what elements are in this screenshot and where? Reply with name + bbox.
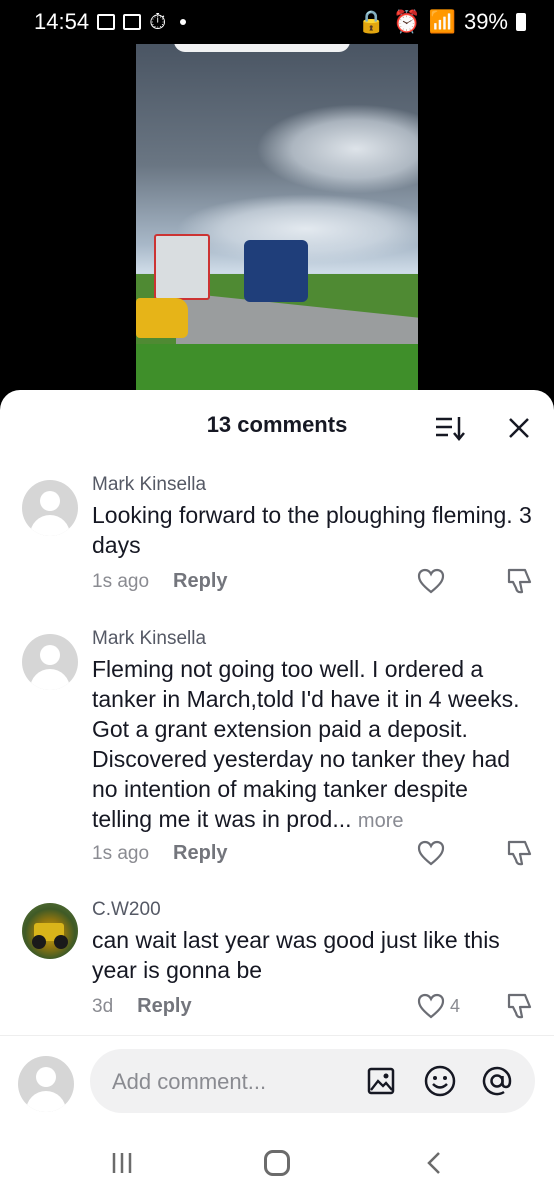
notification-dot-icon bbox=[180, 19, 187, 25]
video-title-pill bbox=[174, 44, 350, 52]
home-icon[interactable] bbox=[264, 1150, 290, 1176]
comment-input-bar: Add comment... bbox=[0, 1035, 554, 1135]
timer-icon: ⏱ bbox=[149, 9, 167, 34]
reply-button[interactable]: Reply bbox=[173, 842, 227, 865]
comment-item: Mark Kinsella Looking forward to the plo… bbox=[0, 470, 554, 610]
comment-meta: 1s ago Reply bbox=[92, 842, 228, 865]
battery-icon bbox=[516, 13, 526, 31]
status-bar: 14:54 ⏱ 🔒 ⏰ 📶 39% bbox=[0, 0, 554, 44]
comment-meta: 3d Reply bbox=[92, 995, 192, 1018]
heart-icon bbox=[417, 568, 445, 594]
comment-text: can wait last year was good just like th… bbox=[92, 927, 500, 983]
battery-percent: 39% bbox=[463, 9, 508, 34]
heart-icon bbox=[417, 993, 445, 1019]
avatar[interactable] bbox=[22, 903, 78, 959]
comment-text-body: Fleming not going too well. I ordered a … bbox=[92, 656, 520, 832]
comment-username[interactable]: Mark Kinsella bbox=[92, 628, 206, 650]
dislike-icon[interactable] bbox=[505, 838, 533, 868]
comment-item: C.W200 can wait last year was good just … bbox=[0, 895, 554, 1030]
comment-username[interactable]: C.W200 bbox=[92, 899, 161, 921]
comment-input[interactable]: Add comment... bbox=[90, 1049, 535, 1113]
close-icon[interactable] bbox=[505, 414, 533, 442]
sort-icon[interactable] bbox=[434, 414, 466, 442]
wifi-icon: 📶 bbox=[428, 9, 456, 34]
like-button[interactable] bbox=[416, 838, 450, 868]
calendar-icon bbox=[97, 14, 116, 30]
comment-text: Fleming not going too well. I ordered a … bbox=[92, 654, 532, 836]
lock-icon: 🔒 bbox=[357, 9, 386, 34]
reply-button[interactable]: Reply bbox=[173, 570, 227, 593]
heart-icon bbox=[417, 840, 445, 866]
comment-time: 1s ago bbox=[92, 570, 150, 592]
grass bbox=[136, 344, 418, 390]
comment-time: 1s ago bbox=[92, 842, 150, 864]
my-avatar bbox=[18, 1056, 74, 1112]
sheet-header: 13 comments bbox=[0, 390, 554, 460]
at-icon[interactable] bbox=[480, 1064, 514, 1098]
comment-placeholder: Add comment... bbox=[112, 1069, 267, 1094]
image-icon[interactable] bbox=[366, 1066, 396, 1096]
comment-item: Mark Kinsella Fleming not going too well… bbox=[0, 624, 554, 874]
comment-time: 3d bbox=[92, 995, 114, 1017]
comments-count-title: 13 comments bbox=[206, 412, 348, 437]
reply-button[interactable]: Reply bbox=[137, 995, 191, 1018]
emoji-icon[interactable] bbox=[423, 1064, 457, 1098]
status-time: 14:54 bbox=[34, 9, 90, 34]
back-icon[interactable] bbox=[424, 1151, 444, 1175]
avatar[interactable] bbox=[22, 634, 78, 690]
dislike-icon[interactable] bbox=[505, 991, 533, 1021]
comment-text: Looking forward to the ploughing fleming… bbox=[92, 502, 532, 558]
comments-sheet: 13 comments Mark Kinsella Looking forwar… bbox=[0, 390, 554, 1200]
like-button[interactable] bbox=[416, 566, 450, 596]
recents-icon[interactable] bbox=[110, 1151, 134, 1175]
dislike-icon[interactable] bbox=[505, 566, 533, 596]
system-nav-bar bbox=[0, 1145, 554, 1200]
like-count: 4 bbox=[450, 995, 461, 1016]
video-player[interactable] bbox=[136, 44, 418, 390]
comment-username[interactable]: Mark Kinsella bbox=[92, 474, 206, 496]
like-button[interactable]: 4 bbox=[416, 991, 460, 1021]
alarm-icon: ⏰ bbox=[393, 9, 421, 34]
yellow-hopper bbox=[136, 298, 188, 338]
tractor bbox=[244, 240, 308, 302]
avatar[interactable] bbox=[22, 480, 78, 536]
comment-meta: 1s ago Reply bbox=[92, 570, 228, 593]
calendar-icon bbox=[123, 14, 142, 30]
truck bbox=[154, 234, 210, 300]
more-link[interactable]: more bbox=[358, 810, 404, 832]
